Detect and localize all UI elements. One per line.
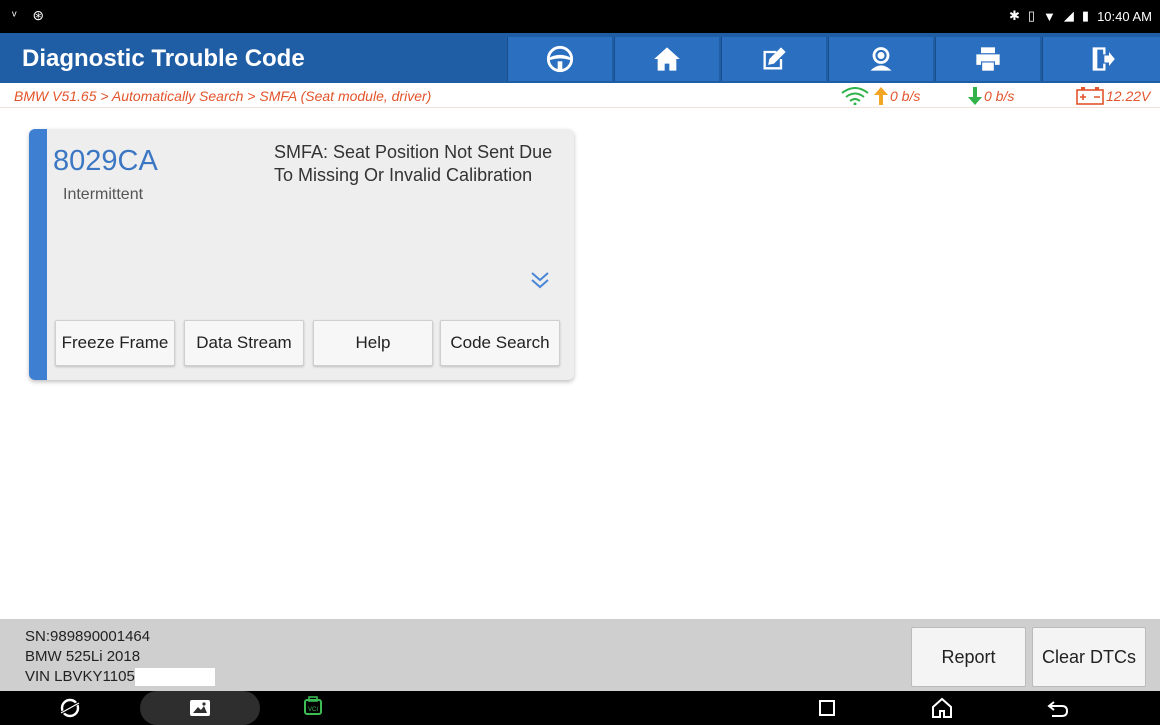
gallery-icon[interactable] [188,696,212,720]
upload-arrow-icon [874,87,888,105]
navigation-bar: VCI [0,691,1160,725]
vin-redaction [134,668,215,687]
support-button[interactable] [828,37,933,81]
clock: 10:40 AM [1097,8,1152,24]
exit-button[interactable] [1042,37,1160,81]
edit-button[interactable] [721,37,826,81]
dtc-code: 8029CA [53,145,158,177]
download-arrow-icon [968,87,982,105]
upload-speed: 0 b/s [890,88,921,104]
printer-icon [976,47,1000,71]
bluetooth-icon: ✱ [1008,8,1020,23]
recents-icon[interactable] [815,696,839,720]
back-icon[interactable] [1046,696,1070,720]
dtc-card: 8029CA Intermittent SMFA: Seat Position … [29,129,574,380]
svg-text:VCI: VCI [308,707,318,713]
serial-number: SN:989890001464 [25,628,151,645]
vibrate-icon: ▯ [1027,8,1036,23]
dtc-description: SMFA: Seat Position Not Sent Due To Miss… [274,142,553,185]
breadcrumb-bar: BMW V51.65 > Automatically Search > SMFA… [0,83,1160,108]
home-icon [654,47,680,71]
help-button[interactable]: Help [313,320,433,366]
home-button[interactable] [614,37,719,81]
title-bar: Diagnostic Trouble Code [0,33,1160,83]
freeze-frame-button[interactable]: Freeze Frame [55,320,175,366]
battery-icon: ▮ [1081,8,1090,23]
breadcrumb: BMW V51.65 > Automatically Search > SMFA… [14,88,432,104]
vehicle-model: BMW 525Li 2018 [25,648,141,665]
data-stream-button[interactable]: Data Stream [184,320,304,366]
signal-icon: ◢ [1063,8,1074,23]
print-button[interactable] [935,37,1040,81]
code-search-button[interactable]: Code Search [440,320,560,366]
dtc-status: Intermittent [63,186,144,203]
vehicle-info: SN:989890001464 BMW 525Li 2018 VIN LBVKY… [25,627,215,687]
steering-wheel-icon [546,45,574,73]
clear-dtcs-button[interactable]: Clear DTCs [1032,627,1146,687]
download-speed: 0 b/s [984,88,1015,104]
status-bar: ᵛ ⊛ ✱ ▯ ▼ ◢ ▮ 10:40 AM [0,0,1160,33]
chevron-double-down-icon[interactable] [529,269,551,291]
footer: SN:989890001464 BMW 525Li 2018 VIN LBVKY… [0,619,1160,691]
vehicle-button[interactable] [507,37,612,81]
report-button[interactable]: Report [911,627,1026,687]
edit-icon [763,47,786,70]
wifi-signal-icon [841,87,869,105]
vin: VIN LBVKY1105 [25,668,135,685]
vci-icon[interactable]: VCI [301,696,325,720]
wifi-icon: ▼ [1043,8,1056,24]
support-agent-icon [870,47,892,71]
browser-icon[interactable] [58,696,82,720]
home-nav-icon[interactable] [930,696,954,720]
battery-voltage-icon [1076,87,1104,105]
card-accent [29,129,47,380]
exit-icon [1092,47,1115,71]
battery-voltage: 12.22V [1106,88,1151,104]
status-left-icons: ᵛ ⊛ [12,7,51,23]
page-title: Diagnostic Trouble Code [22,45,305,72]
